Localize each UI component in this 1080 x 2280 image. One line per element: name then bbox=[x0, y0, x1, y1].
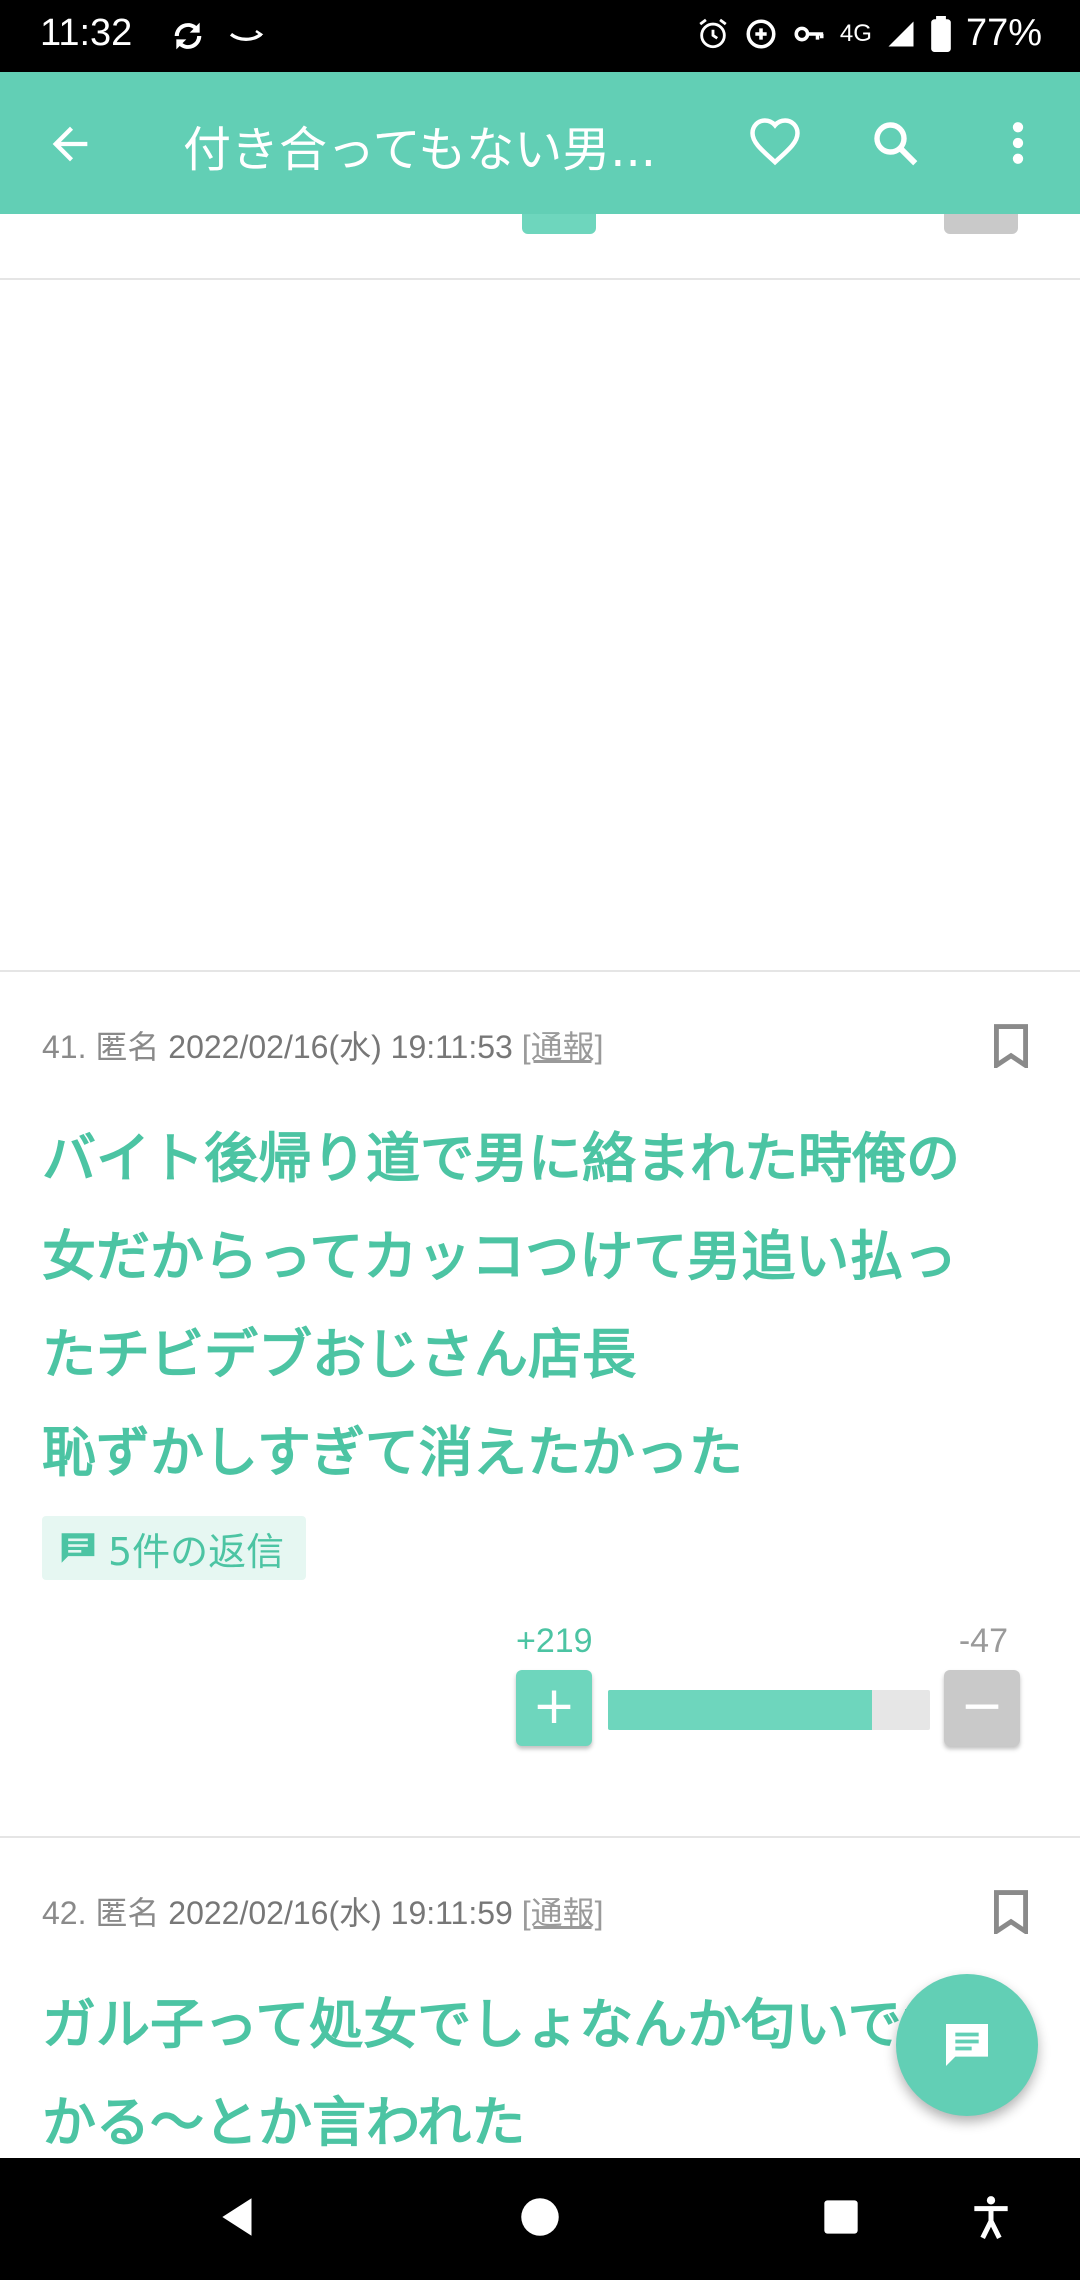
comment-body-line: かる〜とか言われた bbox=[42, 2091, 526, 2154]
comment-meta: 41. 匿名 2022/02/16(水) 19:11:53 [通報] bbox=[42, 1022, 604, 1068]
comment-date: 2022/02/16(水) 19:11:59 bbox=[168, 1895, 513, 1931]
sync-icon bbox=[174, 22, 202, 50]
vote-ratio-bar bbox=[608, 1690, 930, 1730]
report-link[interactable]: [通報] bbox=[522, 1895, 604, 1931]
ad-placeholder bbox=[0, 282, 1080, 972]
comment-author: 匿名 bbox=[95, 1895, 160, 1931]
previous-comment-footer bbox=[0, 214, 1080, 280]
heart-icon[interactable] bbox=[748, 116, 802, 170]
status-left-icons bbox=[168, 16, 266, 56]
comment-body-line: たチビデブおじさん店長 bbox=[42, 1323, 636, 1386]
comment-body: バイト後帰り道で男に絡まれた時俺の 女だからってカッコつけて男追い払っ たチビデ… bbox=[42, 1110, 1052, 1502]
minus-button[interactable]: − bbox=[944, 1670, 1020, 1746]
battery-percent: 77% bbox=[965, 12, 1042, 54]
minus-count: -47 bbox=[958, 1622, 1008, 1660]
comment-body-line: 恥ずかしすぎて消えたかった bbox=[42, 1421, 743, 1484]
nav-recents-icon[interactable] bbox=[816, 2192, 866, 2242]
status-right-icons: 4G 77% bbox=[696, 12, 1042, 55]
comment-body-line: 女だからってカッコつけて男追い払っ bbox=[42, 1225, 958, 1288]
search-icon[interactable] bbox=[868, 116, 922, 170]
system-nav-bar bbox=[0, 2158, 1080, 2280]
alarm-icon bbox=[699, 18, 727, 48]
accessibility-icon[interactable] bbox=[966, 2192, 1016, 2242]
comment-author: 匿名 bbox=[95, 1029, 160, 1065]
network-type: 4G bbox=[839, 19, 872, 47]
vote-ratio-fill bbox=[608, 1690, 873, 1730]
previous-minus-button[interactable] bbox=[944, 214, 1018, 234]
back-arrow-icon[interactable] bbox=[44, 118, 96, 170]
comment-item: 41. 匿名 2022/02/16(水) 19:11:53 [通報] バイト後帰… bbox=[0, 974, 1080, 1838]
replies-label: 5件の返信 bbox=[108, 1529, 285, 1574]
data-saver-icon bbox=[746, 18, 776, 49]
more-vert-icon[interactable] bbox=[1000, 116, 1036, 170]
chat-bubble-icon bbox=[61, 1533, 95, 1563]
vote-panel: +219 -47 + − bbox=[516, 1622, 1022, 1752]
comment-body-line: バイト後帰り道で男に絡まれた時俺の bbox=[42, 1127, 960, 1190]
comment-list[interactable]: 41. 匿名 2022/02/16(水) 19:11:53 [通報] バイト後帰… bbox=[0, 214, 1080, 2158]
comment-meta: 42. 匿名 2022/02/16(水) 19:11:59 [通報] bbox=[42, 1888, 604, 1934]
app-bar: 付き合ってもない男... bbox=[0, 72, 1080, 214]
nav-home-icon[interactable] bbox=[515, 2192, 565, 2242]
comment-fab-button[interactable] bbox=[896, 1974, 1038, 2116]
battery-icon bbox=[931, 15, 951, 52]
vpn-key-icon bbox=[794, 26, 824, 41]
signal-icon bbox=[888, 21, 914, 46]
amazon-icon bbox=[229, 29, 264, 41]
comment-icon bbox=[946, 2024, 988, 2066]
page-title: 付き合ってもない男... bbox=[183, 122, 656, 178]
plus-button[interactable]: + bbox=[516, 1670, 592, 1746]
status-time: 11:32 bbox=[40, 12, 133, 54]
previous-plus-button[interactable] bbox=[522, 214, 596, 234]
comment-number: 41. bbox=[42, 1029, 87, 1065]
comment-date: 2022/02/16(水) 19:11:53 bbox=[168, 1029, 513, 1065]
plus-count: +219 bbox=[516, 1622, 593, 1660]
status-bar: 11:32 4G 77% bbox=[0, 0, 1080, 72]
replies-button[interactable]: 5件の返信 bbox=[42, 1516, 307, 1580]
report-link[interactable]: [通報] bbox=[522, 1029, 604, 1065]
bookmark-icon[interactable] bbox=[994, 1024, 1028, 1068]
bookmark-icon[interactable] bbox=[994, 1890, 1028, 1934]
comment-number: 42. bbox=[42, 1895, 87, 1931]
nav-back-icon[interactable] bbox=[214, 2192, 264, 2242]
